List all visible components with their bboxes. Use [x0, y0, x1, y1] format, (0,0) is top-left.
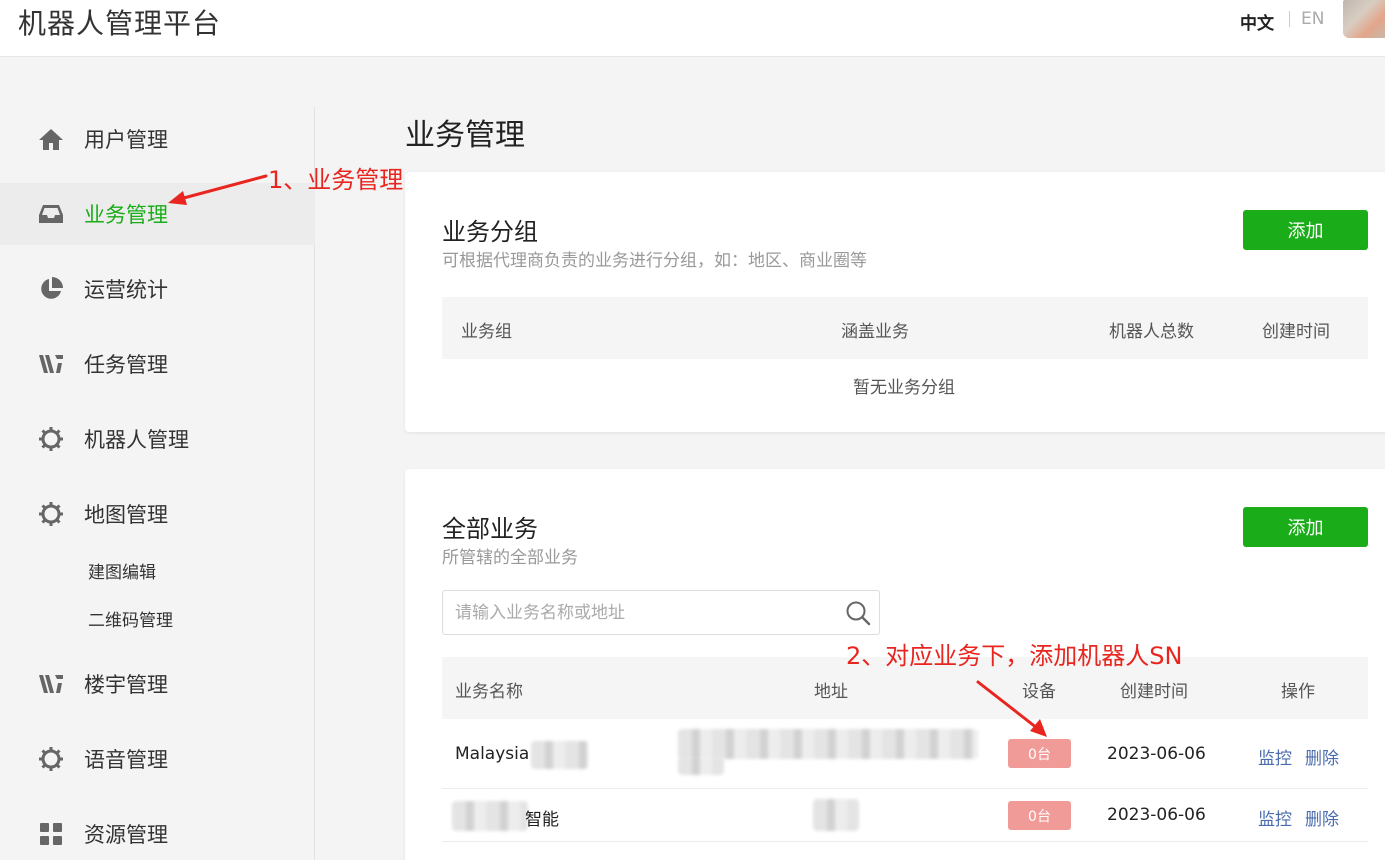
redacted-address — [813, 799, 859, 831]
sidebar-subitem-map-edit[interactable]: 建图编辑 — [88, 558, 156, 583]
annotation-step1: 1、业务管理 — [268, 166, 404, 194]
groups-description: 可根据代理商负责的业务进行分组，如：地区、商业圈等 — [442, 251, 867, 271]
sidebar-item-label: 用户管理 — [84, 128, 168, 152]
sidebar-item-resources[interactable]: 资源管理 — [0, 803, 315, 860]
column-header: 设备 — [1022, 682, 1056, 702]
add-group-button[interactable]: 添加 — [1243, 210, 1368, 250]
lang-zh-button[interactable]: 中文 — [1240, 9, 1274, 34]
app-title: 机器人管理平台 — [18, 7, 222, 40]
add-business-button[interactable]: 添加 — [1243, 507, 1368, 547]
sidebar-item-stats[interactable]: 运营统计 — [0, 258, 315, 320]
redacted-address — [678, 729, 978, 759]
pie-chart-icon — [38, 276, 64, 302]
all-business-description: 所管辖的全部业务 — [442, 548, 578, 568]
redacted-address — [678, 757, 724, 775]
monitor-link[interactable]: 监控 — [1258, 744, 1292, 769]
search-icon[interactable] — [845, 600, 871, 626]
inbox-icon — [38, 201, 64, 227]
sidebar-item-maps[interactable]: 地图管理 — [0, 483, 315, 545]
device-count-badge[interactable]: 0台 — [1008, 739, 1071, 768]
monitor-link[interactable]: 监控 — [1258, 805, 1292, 830]
sidebar-item-label: 任务管理 — [84, 353, 168, 377]
gear-icon — [38, 501, 64, 527]
sidebar-item-label: 运营统计 — [84, 278, 168, 302]
avatar[interactable] — [1343, 0, 1385, 38]
sidebar-item-label: 地图管理 — [84, 503, 168, 527]
lang-en-button[interactable]: EN — [1301, 9, 1324, 29]
column-header: 地址 — [814, 682, 848, 702]
sidebar-item-robots[interactable]: 机器人管理 — [0, 408, 315, 470]
business-name: 智能 — [525, 810, 559, 830]
redacted-name — [531, 741, 588, 769]
sidebar-item-buildings[interactable]: 楼宇管理 — [0, 653, 315, 715]
device-count-badge[interactable]: 0台 — [1008, 801, 1071, 830]
sidebar: 用户管理 业务管理 运营统计 任务管理 机器人管理 地图管理 建图编辑 二维码管… — [0, 107, 315, 860]
sidebar-subitem-qrcode[interactable]: 二维码管理 — [88, 606, 173, 631]
sidebar-item-voice[interactable]: 语音管理 — [0, 728, 315, 790]
business-name: Malaysia — [455, 744, 530, 764]
column-header: 涵盖业务 — [841, 322, 909, 342]
created-date: 2023-06-06 — [1107, 805, 1206, 825]
search-box — [442, 590, 880, 635]
sidebar-item-label: 资源管理 — [84, 823, 168, 847]
annotation-step2: 2、对应业务下，添加机器人SN — [846, 642, 1183, 670]
groups-table-header: 业务组 涵盖业务 机器人总数 创建时间 — [442, 297, 1368, 359]
table-row[interactable]: Malaysia 0台 2023-06-06 监控 删除 — [442, 719, 1368, 789]
page-title: 业务管理 — [405, 118, 525, 153]
sidebar-item-label: 楼宇管理 — [84, 673, 168, 697]
top-bar: 机器人管理平台 中文 EN — [0, 0, 1385, 57]
column-header: 机器人总数 — [1109, 322, 1194, 342]
sidebar-item-label: 语音管理 — [84, 748, 168, 772]
search-input[interactable] — [455, 591, 835, 634]
groups-title: 业务分组 — [442, 218, 538, 246]
sidebar-item-label: 业务管理 — [84, 203, 168, 227]
column-header: 操作 — [1281, 682, 1315, 702]
business-groups-card: 业务分组 可根据代理商负责的业务进行分组，如：地区、商业圈等 添加 业务组 涵盖… — [405, 172, 1385, 432]
all-business-title: 全部业务 — [442, 515, 538, 543]
column-header: 业务组 — [461, 322, 512, 342]
redacted-name — [452, 801, 528, 831]
delete-link[interactable]: 删除 — [1305, 805, 1339, 830]
gear-icon — [38, 746, 64, 772]
groups-empty-text: 暂无业务分组 — [853, 378, 955, 398]
task-icon — [38, 351, 64, 377]
home-icon — [38, 126, 64, 152]
table-row[interactable]: 智能 0台 2023-06-06 监控 删除 — [442, 789, 1368, 842]
column-header: 业务名称 — [455, 682, 523, 702]
task-icon — [38, 671, 64, 697]
lang-divider — [1289, 11, 1290, 27]
column-header: 创建时间 — [1262, 322, 1330, 342]
delete-link[interactable]: 删除 — [1305, 744, 1339, 769]
sidebar-item-label: 机器人管理 — [84, 428, 189, 452]
sidebar-item-tasks[interactable]: 任务管理 — [0, 333, 315, 395]
column-header: 创建时间 — [1120, 682, 1188, 702]
grid-icon — [38, 821, 64, 847]
gear-icon — [38, 426, 64, 452]
created-date: 2023-06-06 — [1107, 744, 1206, 764]
